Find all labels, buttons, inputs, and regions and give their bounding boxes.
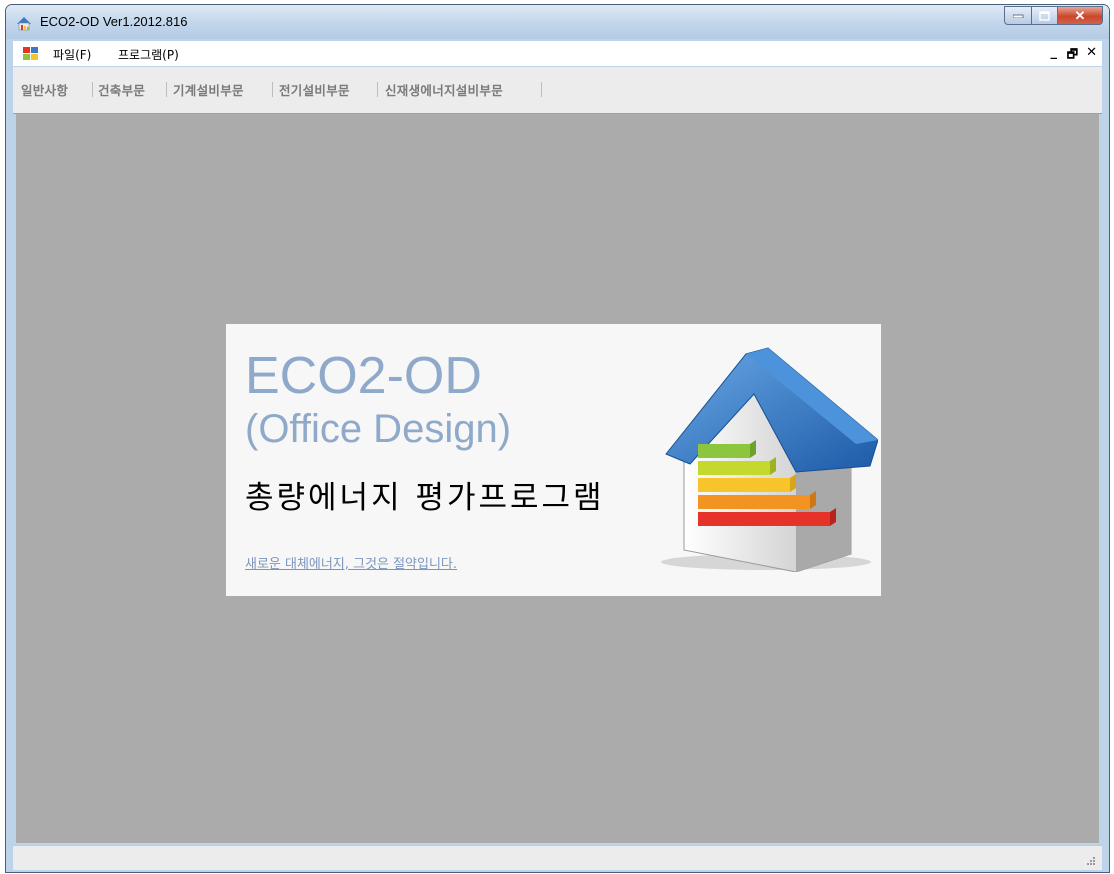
tab-separator bbox=[92, 82, 93, 97]
mdi-restore-button[interactable]: 🗗 bbox=[1067, 45, 1078, 66]
tab-electrical[interactable]: 전기설비부문 bbox=[279, 80, 350, 99]
window-controls: ✕ bbox=[1004, 6, 1103, 25]
tab-separator bbox=[541, 82, 542, 97]
house-energy-icon bbox=[661, 347, 878, 572]
tab-mechanical[interactable]: 기계설비부문 bbox=[173, 80, 244, 99]
tab-separator bbox=[377, 82, 378, 97]
tab-renewable[interactable]: 신재생에너지설비부문 bbox=[385, 80, 503, 99]
section-toolbar: 일반사항 건축부문 기계설비부문 전기설비부문 신재생에너지설비부문 bbox=[13, 67, 1102, 114]
tab-architecture[interactable]: 건축부문 bbox=[98, 80, 145, 99]
maximize-button[interactable] bbox=[1031, 6, 1057, 25]
app-window: ECO2-OD Ver1.2012.816 ✕ 파일(F) 프로그램(P) _ … bbox=[5, 4, 1110, 873]
menu-bar: 파일(F) 프로그램(P) _ 🗗 ✕ bbox=[13, 41, 1102, 66]
resize-grip-icon[interactable] bbox=[1086, 856, 1096, 866]
minimize-icon bbox=[1012, 14, 1023, 18]
minimize-button[interactable] bbox=[1004, 6, 1031, 25]
mdi-minimize-button[interactable]: _ bbox=[1051, 45, 1058, 60]
status-bar bbox=[13, 845, 1102, 870]
menu-window-icon[interactable] bbox=[23, 47, 38, 60]
tab-general[interactable]: 일반사항 bbox=[21, 80, 68, 99]
splash-title: ECO2-OD bbox=[245, 347, 482, 405]
maximize-icon bbox=[1039, 10, 1050, 21]
splash-korean-title: 총량에너지 평가프로그램 bbox=[245, 480, 605, 516]
splash-panel: ECO2-OD (Office Design) 총량에너지 평가프로그램 새로운… bbox=[226, 324, 881, 596]
tab-separator bbox=[166, 82, 167, 97]
menu-program[interactable]: 프로그램(P) bbox=[118, 46, 179, 63]
app-icon bbox=[17, 17, 31, 31]
splash-subtitle: (Office Design) bbox=[245, 407, 512, 451]
mdi-client-area: ECO2-OD (Office Design) 총량에너지 평가프로그램 새로운… bbox=[16, 114, 1099, 843]
window-title: ECO2-OD Ver1.2012.816 bbox=[40, 14, 188, 29]
splash-slogan: 새로운 대체에너지, 그것은 절약입니다. bbox=[245, 557, 458, 572]
menu-file[interactable]: 파일(F) bbox=[53, 46, 91, 63]
tab-separator bbox=[272, 82, 273, 97]
title-bar[interactable]: ECO2-OD Ver1.2012.816 ✕ bbox=[6, 5, 1109, 39]
close-icon: ✕ bbox=[1074, 7, 1086, 23]
mdi-close-button[interactable]: ✕ bbox=[1086, 45, 1097, 60]
close-button[interactable]: ✕ bbox=[1057, 6, 1103, 25]
